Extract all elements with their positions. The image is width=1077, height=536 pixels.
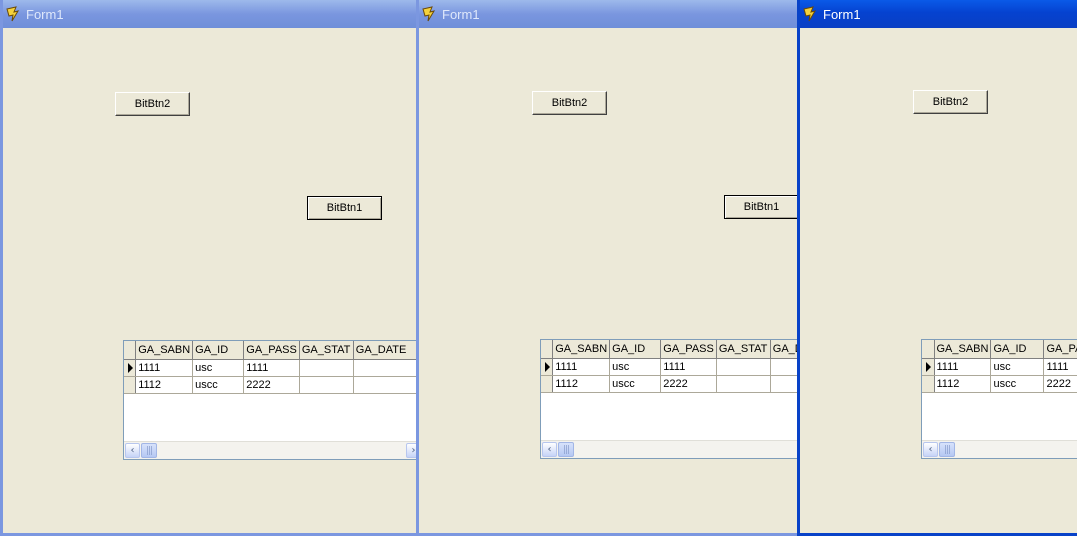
grid-cell[interactable]: 1112 [552,375,611,393]
table-row[interactable]: 1112 uscc 2222 [922,375,1077,393]
form1-window-1: Form1 BitBtn2 BitBtn1 GA_SABN GA_ID GA_P… [0,0,419,536]
grid-cell[interactable]: uscc [192,376,245,394]
grid-cell[interactable]: 1111 [660,358,717,376]
grid-cell[interactable]: 2222 [660,375,717,393]
window-title: Form1 [442,6,480,22]
grid-cell[interactable] [299,376,354,394]
row-indicator [922,375,935,393]
horizontal-scrollbar[interactable]: ‹ ||| [922,440,1077,458]
dbgrid-table: GA_SABN GA_ID GA_PASS GA_STAT GA_DATE 11… [541,340,798,393]
row-indicator-icon [922,358,935,376]
grid-cell[interactable]: usc [192,359,245,377]
bitbtn1-button[interactable]: BitBtn1 [724,195,798,219]
grid-cell[interactable]: 1112 [934,375,992,393]
column-header[interactable]: GA_SABN [135,341,194,360]
column-header[interactable]: GA_ID [192,341,245,360]
grid-cell[interactable] [353,359,416,377]
horizontal-scrollbar[interactable]: ‹ ||| › [124,441,416,459]
title-bar[interactable]: Form1 [3,0,416,28]
table-row[interactable]: 1111 usc 1111 [922,358,1077,376]
dbgrid[interactable]: GA_SABN GA_ID GA_PASS GA_STAT GA_DATE 11… [540,339,798,459]
window-title: Form1 [823,6,861,22]
grid-corner [541,340,554,359]
form1-window-2: Form1 BitBtn2 BitBtn1 GA_SABN GA_ID GA_P… [416,0,801,536]
grid-cell[interactable] [716,358,771,376]
table-row[interactable]: 1112 uscc 2222 [541,375,798,393]
grid-cell[interactable]: 2222 [243,376,300,394]
table-row[interactable]: 1111 usc 1111 [124,359,416,377]
grid-cell[interactable]: uscc [990,375,1045,393]
grid-cell[interactable]: 2222 [1043,375,1077,393]
column-header[interactable]: GA_PASS [243,341,300,360]
grid-cell[interactable] [716,375,771,393]
grid-cell[interactable]: 1111 [243,359,300,377]
grid-header-row: GA_SABN GA_ID GA_PASS [922,340,1077,359]
grid-header-row: GA_SABN GA_ID GA_PASS GA_STAT GA_DATE [541,340,798,359]
form-client-area: BitBtn2 GA_SABN GA_ID GA_PASS 1111 usc 1… [800,28,1077,533]
column-header[interactable]: GA_SABN [552,340,611,359]
delphi-app-icon [422,6,438,22]
grid-cell[interactable]: 1111 [135,359,194,377]
grid-cell[interactable] [353,376,416,394]
grid-corner [922,340,935,359]
dbgrid[interactable]: GA_SABN GA_ID GA_PASS GA_STAT GA_DATE 11… [123,340,416,460]
row-indicator-icon [541,358,554,376]
column-header[interactable]: GA_ID [990,340,1045,359]
horizontal-scrollbar[interactable]: ‹ ||| [541,440,798,458]
window-title: Form1 [26,6,64,22]
scroll-thumb[interactable]: ||| [141,443,157,458]
column-header[interactable]: GA_STAT [716,340,771,359]
column-header[interactable]: GA_PASS [660,340,717,359]
grid-cell[interactable]: 1111 [934,358,992,376]
title-bar[interactable]: Form1 [419,0,798,28]
form1-window-3: Form1 BitBtn2 GA_SABN GA_ID GA_PASS 1111… [797,0,1077,536]
row-indicator [541,375,554,393]
bitbtn2-button[interactable]: BitBtn2 [532,91,607,115]
grid-corner [124,341,137,360]
delphi-app-icon [803,6,819,22]
table-row[interactable]: 1112 uscc 2222 [124,376,416,394]
scroll-thumb[interactable]: ||| [939,442,955,457]
dbgrid[interactable]: GA_SABN GA_ID GA_PASS 1111 usc 1111 1112… [921,339,1077,459]
grid-cell[interactable]: uscc [609,375,662,393]
grid-cell[interactable]: 1111 [1043,358,1077,376]
chevron-left-icon[interactable]: ‹ [125,443,140,458]
row-indicator-icon [124,359,137,377]
dbgrid-table: GA_SABN GA_ID GA_PASS 1111 usc 1111 1112… [922,340,1077,393]
column-header[interactable]: GA_PASS [1043,340,1077,359]
scroll-thumb[interactable]: ||| [558,442,574,457]
bitbtn2-button[interactable]: BitBtn2 [115,92,190,116]
grid-cell[interactable]: usc [990,358,1045,376]
grid-cell[interactable]: usc [609,358,662,376]
grid-cell[interactable]: 1111 [552,358,611,376]
column-header[interactable]: GA_STAT [299,341,354,360]
bitbtn2-button[interactable]: BitBtn2 [913,90,988,114]
form-client-area: BitBtn2 BitBtn1 GA_SABN GA_ID GA_PASS GA… [3,28,416,533]
row-indicator [124,376,137,394]
column-header[interactable]: GA_SABN [934,340,992,359]
grid-cell[interactable] [299,359,354,377]
title-bar[interactable]: Form1 [800,0,1077,28]
table-row[interactable]: 1111 usc 1111 [541,358,798,376]
column-header[interactable]: GA_DATE [353,341,416,360]
chevron-left-icon[interactable]: ‹ [923,442,938,457]
chevron-left-icon[interactable]: ‹ [542,442,557,457]
grid-cell[interactable]: 1112 [135,376,194,394]
form-client-area: BitBtn2 BitBtn1 GA_SABN GA_ID GA_PASS GA… [419,28,798,533]
grid-header-row: GA_SABN GA_ID GA_PASS GA_STAT GA_DATE [124,341,416,360]
column-header[interactable]: GA_ID [609,340,662,359]
dbgrid-table: GA_SABN GA_ID GA_PASS GA_STAT GA_DATE 11… [124,341,416,394]
delphi-app-icon [6,6,22,22]
bitbtn1-button[interactable]: BitBtn1 [307,196,382,220]
